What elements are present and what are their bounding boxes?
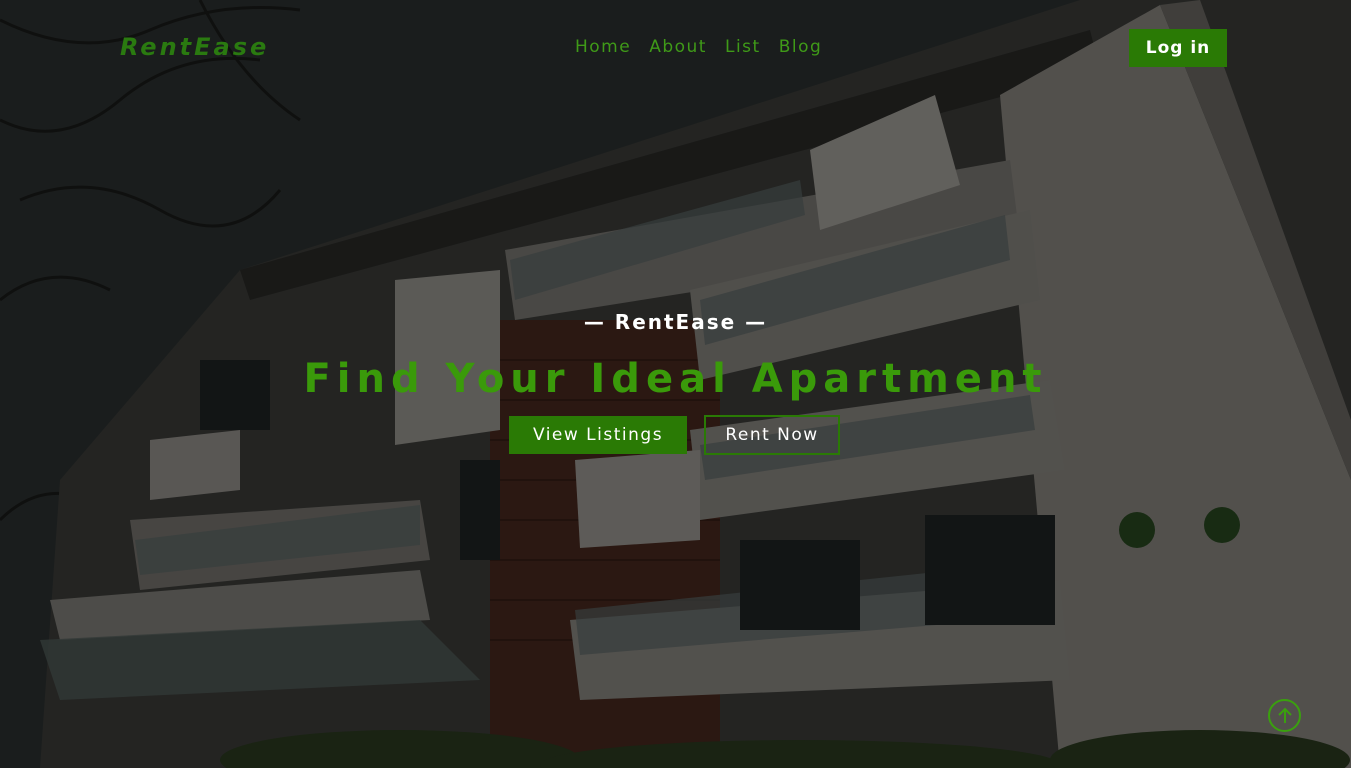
brand-logo[interactable]: RentEase <box>120 33 269 61</box>
rent-now-button[interactable]: Rent Now <box>704 415 840 455</box>
view-listings-button[interactable]: View Listings <box>509 416 687 454</box>
nav-link-list[interactable]: List <box>725 37 761 57</box>
arrow-up-circle-icon <box>1277 707 1292 723</box>
nav-link-about[interactable]: About <box>649 37 707 57</box>
hero-headline: Find Your Ideal Apartment <box>303 356 1048 402</box>
nav-links: Home About List Blog <box>575 37 822 57</box>
nav-link-home[interactable]: Home <box>575 37 631 57</box>
top-navbar: RentEase Home About List Blog Log in <box>0 0 1351 96</box>
login-button[interactable]: Log in <box>1129 29 1227 67</box>
scroll-to-top-button[interactable] <box>1268 699 1301 732</box>
nav-link-blog[interactable]: Blog <box>779 37 823 57</box>
hero-eyebrow: — RentEase — <box>583 310 768 334</box>
